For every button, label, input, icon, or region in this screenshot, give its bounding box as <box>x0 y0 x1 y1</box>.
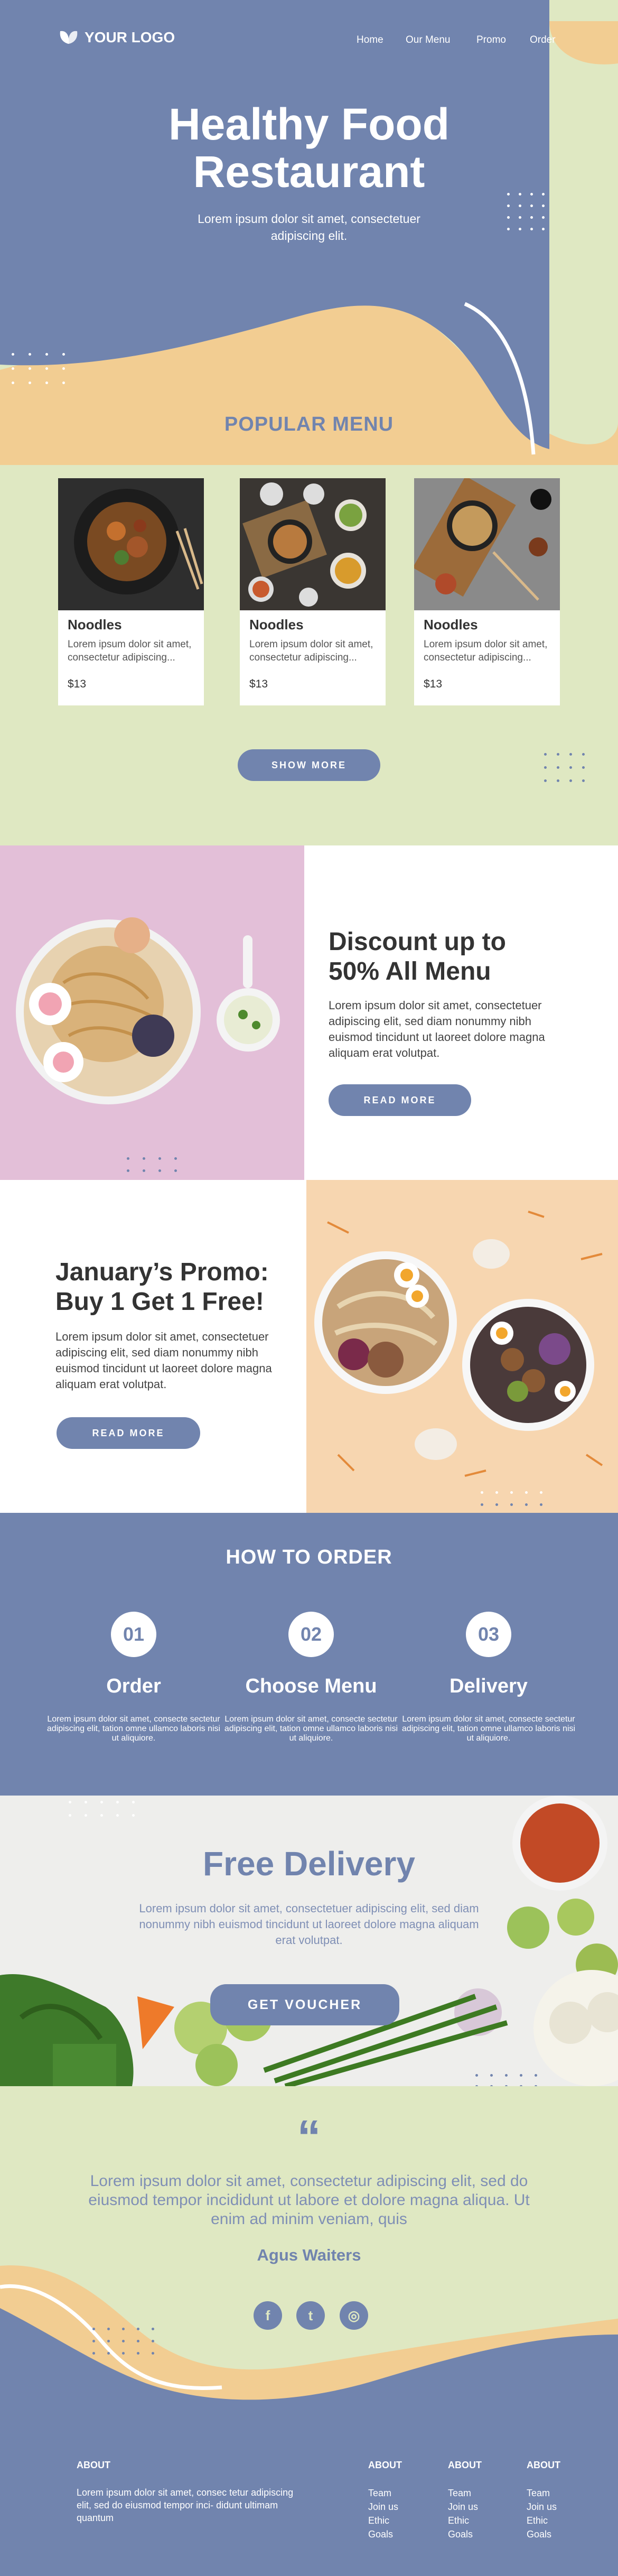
menu-card[interactable]: Noodles Lorem ipsum dolor sit amet, cons… <box>240 478 386 705</box>
decor-dots <box>92 2328 166 2355</box>
january-read-more-button[interactable]: READ MORE <box>57 1417 200 1449</box>
decor-dots <box>544 753 595 782</box>
footer-col-list: Team Join us Ethic Goals <box>368 2486 398 2541</box>
menu-item-desc: Lorem ipsum dolor sit amet, consectetur … <box>424 639 548 663</box>
menu-card[interactable]: Noodles Lorem ipsum dolor sit amet, cons… <box>58 478 204 705</box>
logo[interactable]: YOUR LOGO <box>58 29 175 46</box>
instagram-icon[interactable]: ◎ <box>340 2301 368 2330</box>
noodles-image <box>240 478 386 610</box>
free-delivery-title: Free Delivery <box>202 1845 416 1883</box>
january-title: January’s Promo: Buy 1 Get 1 Free! <box>55 1258 269 1316</box>
bowls-image <box>306 1180 618 1513</box>
menu-item-name: Noodles <box>249 617 304 633</box>
january-text: Lorem ipsum dolor sit amet, consectetuer… <box>55 1330 272 1391</box>
menu-item-price: $13 <box>68 678 87 690</box>
ramen-image <box>0 845 304 1180</box>
footer-link[interactable]: Join us <box>368 2500 398 2514</box>
step-desc: Lorem ipsum dolor sit amet, consecte sec… <box>224 1715 398 1743</box>
footer-col-list: Team Join us Ethic Goals <box>527 2486 557 2541</box>
footer-about-text: Lorem ipsum dolor sit amet, consec tetur… <box>77 2487 294 2523</box>
free-delivery-text: Lorem ipsum dolor sit amet, consectetuer… <box>139 1902 479 1947</box>
logo-text: YOUR LOGO <box>85 29 175 45</box>
menu-card[interactable]: Noodles Lorem ipsum dolor sit amet, cons… <box>414 478 560 705</box>
step-number: 01 <box>111 1612 156 1657</box>
hero-section: YOUR LOGO Home Our Menu Promo Order Heal… <box>0 0 618 465</box>
nav-order[interactable]: Order <box>530 34 556 46</box>
menu-item-price: $13 <box>424 678 443 690</box>
menu-item-price: $13 <box>249 678 268 690</box>
testimonial-author: Agus Waiters <box>257 2246 361 2264</box>
footer-col-title: ABOUT <box>368 2460 402 2470</box>
footer-link[interactable]: Goals <box>368 2527 398 2541</box>
menu-item-name: Noodles <box>68 617 122 633</box>
decor-dots <box>69 1801 148 1817</box>
footer-about-title: ABOUT <box>77 2460 110 2470</box>
footer-link[interactable]: Goals <box>448 2527 478 2541</box>
menu-item-name: Noodles <box>424 617 478 633</box>
show-more-button[interactable]: SHOW MORE <box>238 749 380 781</box>
nav-home[interactable]: Home <box>357 34 383 46</box>
menu-item-desc: Lorem ipsum dolor sit amet, consectetur … <box>68 639 192 663</box>
get-voucher-button[interactable]: GET VOUCHER <box>210 1984 399 2025</box>
step-number: 02 <box>288 1612 334 1657</box>
nav-our-menu[interactable]: Our Menu <box>406 34 450 46</box>
discount-title: Discount up to 50% All Menu <box>329 928 506 985</box>
footer-col-title: ABOUT <box>527 2460 560 2470</box>
footer-link[interactable]: Ethic <box>527 2514 557 2527</box>
footer-link[interactable]: Join us <box>527 2500 557 2514</box>
footer-link[interactable]: Team <box>368 2486 398 2500</box>
menu-item-desc: Lorem ipsum dolor sit amet, consectetur … <box>249 639 373 663</box>
step-title: Delivery <box>450 1675 528 1697</box>
popular-menu-title: POPULAR MENU <box>224 413 394 435</box>
noodles-image <box>414 478 560 610</box>
twitter-icon[interactable]: t <box>296 2301 325 2330</box>
footer-col-list: Team Join us Ethic Goals <box>448 2486 478 2541</box>
discount-text: Lorem ipsum dolor sit amet, consectetuer… <box>329 999 545 1059</box>
footer-link[interactable]: Join us <box>448 2500 478 2514</box>
step-desc: Lorem ipsum dolor sit amet, consecte sec… <box>401 1715 576 1743</box>
step-number: 03 <box>466 1612 511 1657</box>
step-title: Order <box>106 1675 161 1697</box>
step-desc: Lorem ipsum dolor sit amet, consecte sec… <box>46 1715 221 1743</box>
footer-link[interactable]: Goals <box>527 2527 557 2541</box>
decor-dots <box>507 193 554 230</box>
how-to-order-title: HOW TO ORDER <box>226 1546 392 1568</box>
step-title: Choose Menu <box>245 1675 377 1697</box>
facebook-icon[interactable]: f <box>254 2301 282 2330</box>
hero-subtitle: Lorem ipsum dolor sit amet, consectetuer… <box>198 212 420 243</box>
footer-link[interactable]: Ethic <box>448 2514 478 2527</box>
noodles-image <box>58 478 204 610</box>
leaf-icon <box>60 31 78 44</box>
footer-link[interactable]: Team <box>448 2486 478 2500</box>
quote-icon: “ <box>297 2111 321 2164</box>
discount-read-more-button[interactable]: READ MORE <box>329 1084 471 1116</box>
hero-title: Healthy Food Restaurant <box>168 99 450 197</box>
footer-link[interactable]: Team <box>527 2486 557 2500</box>
testimonial-quote: Lorem ipsum dolor sit amet, consectetur … <box>88 2172 530 2228</box>
decor-dots <box>481 1491 555 1506</box>
decor-dots <box>12 353 79 384</box>
footer-link[interactable]: Ethic <box>368 2514 398 2527</box>
footer-col-title: ABOUT <box>448 2460 482 2470</box>
nav-promo[interactable]: Promo <box>476 34 506 46</box>
